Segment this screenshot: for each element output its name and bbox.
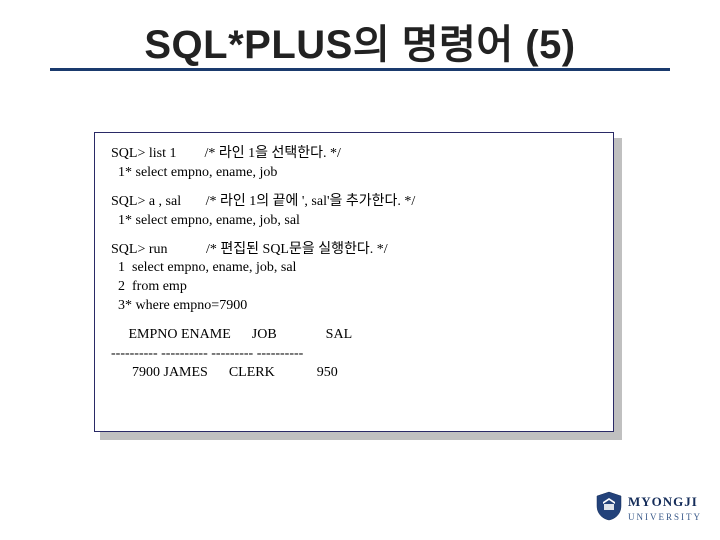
code-line: ---------- ---------- --------- --------… <box>111 345 597 364</box>
logo-text: MYONGJI UNIVERSITY <box>628 495 702 522</box>
university-logo: MYONGJI UNIVERSITY <box>596 491 702 526</box>
title-underline <box>50 68 670 71</box>
code-line: 3* where empno=7900 <box>111 297 597 316</box>
slide-title: SQL*PLUS의 명령어 (5) <box>0 12 720 70</box>
code-block-1: SQL> list 1 /* 라인 1을 선택한다. */ 1* select … <box>111 145 597 183</box>
code-box: SQL> list 1 /* 라인 1을 선택한다. */ 1* select … <box>94 132 614 432</box>
slide: SQL*PLUS의 명령어 (5) SQL> list 1 /* 라인 1을 선… <box>0 0 720 540</box>
code-line: 2 from emp <box>111 278 597 297</box>
logo-sub: UNIVERSITY <box>628 512 702 522</box>
code-line: 1* select empno, ename, job, sal <box>111 212 597 231</box>
shield-icon <box>596 491 622 526</box>
code-line: SQL> a , sal /* 라인 1의 끝에 ', sal'을 추가한다. … <box>111 193 597 212</box>
code-line: SQL> list 1 /* 라인 1을 선택한다. */ <box>111 145 597 164</box>
code-line: 1 select empno, ename, job, sal <box>111 259 597 278</box>
code-block-3: SQL> run /* 편집된 SQL문을 실행한다. */ 1 select … <box>111 241 597 317</box>
code-line: SQL> run /* 편집된 SQL문을 실행한다. */ <box>111 241 597 260</box>
code-line: 1* select empno, ename, job <box>111 164 597 183</box>
code-line: EMPNO ENAME JOB SAL <box>111 326 597 345</box>
logo-main: MYONGJI <box>628 494 698 509</box>
code-block-2: SQL> a , sal /* 라인 1의 끝에 ', sal'을 추가한다. … <box>111 193 597 231</box>
code-line: 7900 JAMES CLERK 950 <box>111 364 597 383</box>
code-block-4: EMPNO ENAME JOB SAL ---------- ---------… <box>111 326 597 383</box>
